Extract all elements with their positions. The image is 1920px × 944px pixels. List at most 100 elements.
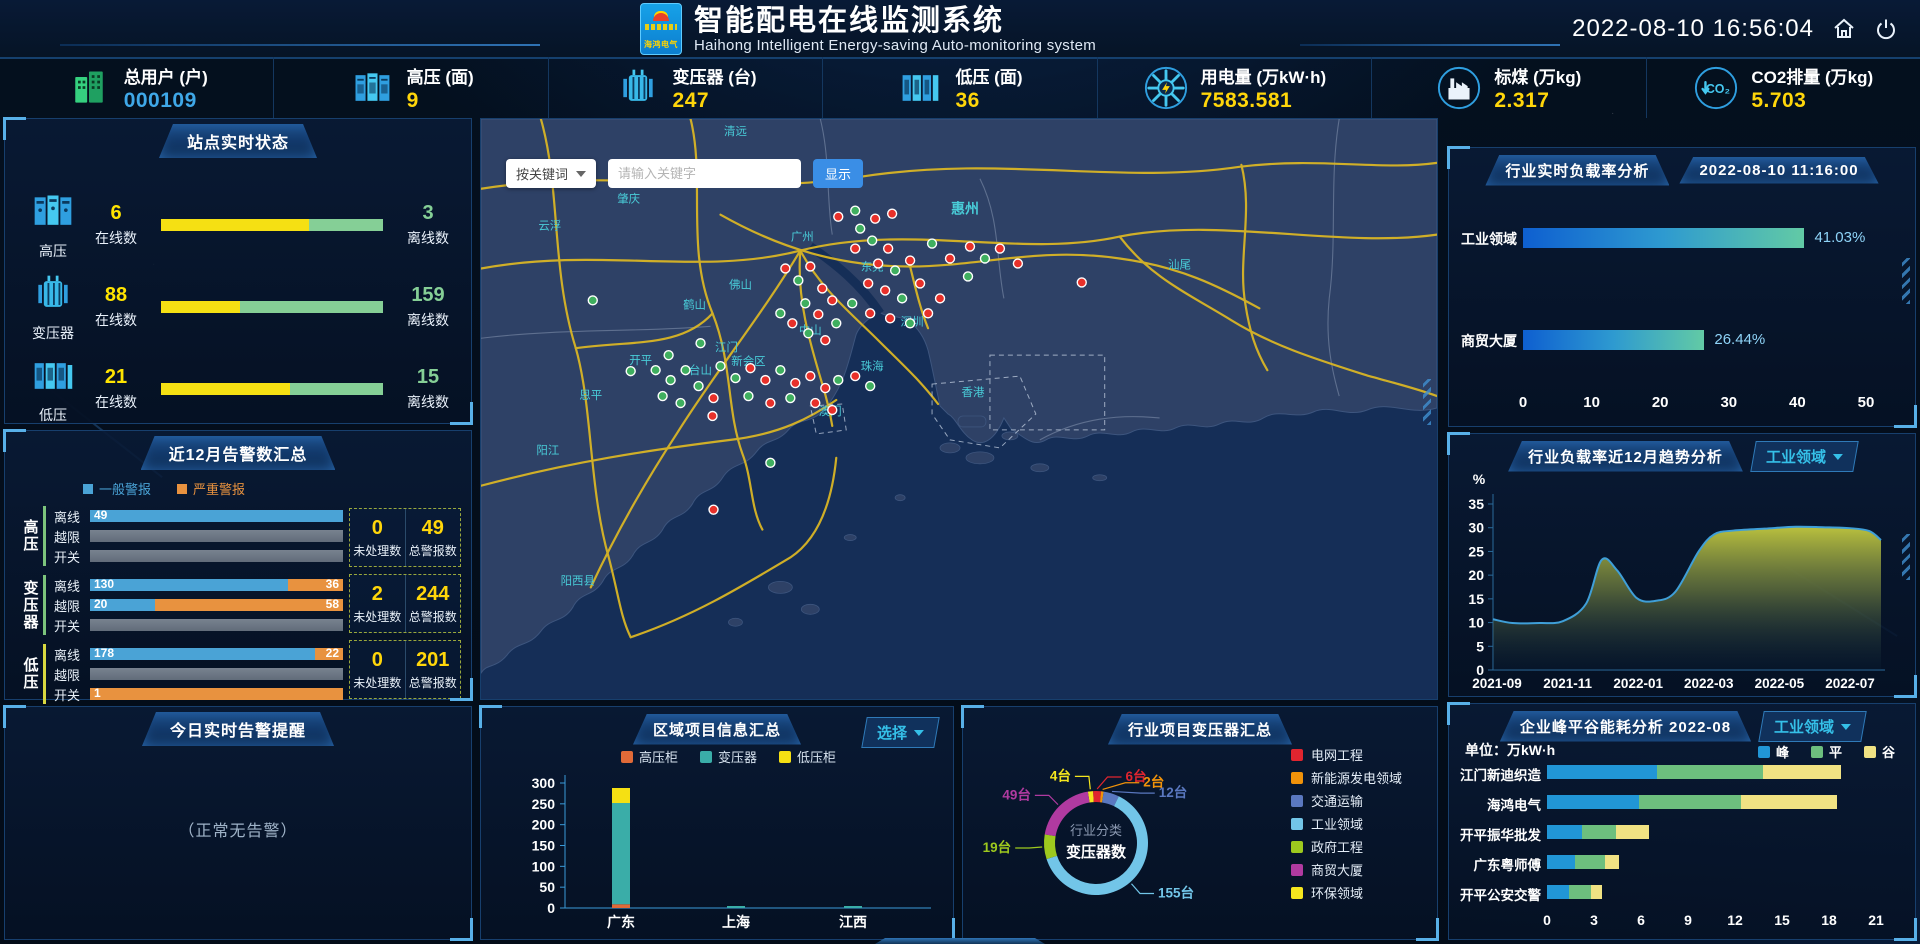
site-marker[interactable] [821,336,830,345]
site-marker[interactable] [965,242,974,251]
site-marker[interactable] [851,244,860,253]
search-input[interactable] [608,159,801,188]
site-marker[interactable] [828,296,837,305]
site-marker[interactable] [731,374,740,383]
energy-industry-dropdown[interactable]: 工业领域 [1758,711,1866,742]
site-marker[interactable] [794,276,803,285]
site-marker[interactable] [694,382,703,391]
site-marker[interactable] [871,214,880,223]
power-icon[interactable] [1874,17,1898,41]
site-marker[interactable] [924,309,933,318]
site-marker[interactable] [995,244,1004,253]
site-marker[interactable] [766,458,775,467]
site-marker[interactable] [906,256,915,265]
site-marker[interactable] [856,224,865,233]
legend-item[interactable]: 商贸大厦 [1291,858,1402,881]
legend-item[interactable]: 工业领域 [1291,812,1402,835]
page-subtitle: Haihong Intelligent Energy-saving Auto-m… [694,37,1096,54]
site-marker[interactable] [864,279,873,288]
site-marker[interactable] [866,309,875,318]
site-marker[interactable] [834,212,843,221]
legend-item[interactable]: 变压器 [700,747,757,766]
site-marker[interactable] [746,364,755,373]
legend-item[interactable]: 高压柜 [621,747,678,766]
site-marker[interactable] [676,399,685,408]
site-marker[interactable] [898,294,907,303]
site-marker[interactable] [761,376,770,385]
site-marker[interactable] [786,394,795,403]
alarm-row: 越限 2058 [54,595,343,615]
site-marker[interactable] [916,279,925,288]
site-marker[interactable] [963,272,972,281]
site-marker[interactable] [980,254,989,263]
site-marker[interactable] [744,392,753,401]
site-marker[interactable] [801,299,810,308]
site-marker[interactable] [946,254,955,263]
site-marker[interactable] [651,366,660,375]
site-marker[interactable] [881,286,890,295]
site-marker[interactable] [806,372,815,381]
site-marker[interactable] [626,367,635,376]
site-marker[interactable] [716,362,725,371]
site-marker[interactable] [811,399,820,408]
stat-label: 低压 (面) [955,63,1022,88]
site-marker[interactable] [806,262,815,271]
site-marker[interactable] [708,411,717,420]
site-marker[interactable] [766,399,775,408]
site-marker[interactable] [709,394,718,403]
search-show-button[interactable]: 显示 [813,159,863,188]
legend-item[interactable]: 低压柜 [779,747,836,766]
legend-item[interactable]: 电网工程 [1291,743,1402,766]
site-marker[interactable] [928,239,937,248]
site-marker[interactable] [851,372,860,381]
site-marker[interactable] [868,236,877,245]
site-marker[interactable] [588,296,597,305]
site-marker[interactable] [884,244,893,253]
legend-item[interactable]: 环保领域 [1291,881,1402,904]
legend-item[interactable]: 新能源发电领域 [1291,766,1402,789]
site-marker[interactable] [709,505,718,514]
legend-item[interactable]: 峰 [1758,742,1789,761]
site-marker[interactable] [788,319,797,328]
trend-industry-dropdown[interactable]: 工业领域 [1750,441,1858,472]
region-select-dropdown[interactable]: 选择 [861,717,939,748]
legend-item[interactable]: 平 [1811,742,1842,761]
site-marker[interactable] [886,314,895,323]
site-marker[interactable] [804,329,813,338]
map-panel[interactable]: 清远肇庆云浮广州佛山东莞惠州汕尾深圳香港澳门珠海中山江门鹤山新会区台山开平恩平阳… [480,118,1438,700]
site-marker[interactable] [658,392,667,401]
legend-item[interactable]: 交通运输 [1291,789,1402,812]
site-marker[interactable] [818,284,827,293]
legend-item[interactable]: 谷 [1864,742,1895,761]
legend-item[interactable]: 一般警报 [83,479,151,498]
site-marker[interactable] [828,406,837,415]
site-marker[interactable] [832,319,841,328]
site-marker[interactable] [681,366,690,375]
site-marker[interactable] [814,310,823,319]
site-marker[interactable] [936,294,945,303]
site-marker[interactable] [866,382,875,391]
site-marker[interactable] [696,339,705,348]
site-marker[interactable] [664,351,673,360]
site-marker[interactable] [666,376,675,385]
legend-item[interactable]: 严重警报 [177,479,245,498]
energy-unit-label: 单位：万kW·h [1465,740,1555,760]
site-marker[interactable] [781,264,790,273]
site-marker[interactable] [1013,259,1022,268]
site-marker[interactable] [776,309,785,318]
site-marker[interactable] [776,366,785,375]
map-canvas[interactable]: 清远肇庆云浮广州佛山东莞惠州汕尾深圳香港澳门珠海中山江门鹤山新会区台山开平恩平阳… [481,119,1437,699]
legend-item[interactable]: 政府工程 [1291,835,1402,858]
home-icon[interactable] [1832,17,1856,41]
site-marker[interactable] [791,379,800,388]
site-marker[interactable] [906,319,915,328]
site-marker[interactable] [848,299,857,308]
site-marker[interactable] [1077,278,1086,287]
site-marker[interactable] [851,206,860,215]
site-marker[interactable] [874,259,883,268]
site-marker[interactable] [888,209,897,218]
site-marker[interactable] [891,266,900,275]
site-marker[interactable] [834,376,843,385]
search-type-dropdown[interactable]: 按关键词 [506,159,596,188]
site-marker[interactable] [821,384,830,393]
